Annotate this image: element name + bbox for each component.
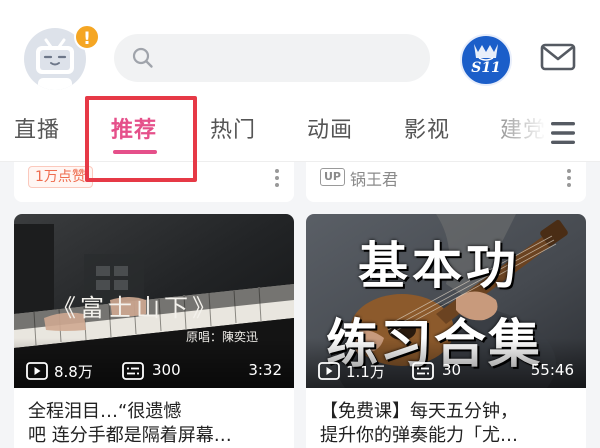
event-logo-text: S11 <box>471 60 501 76</box>
video-title[interactable]: 【免费课】每天五分钟， <box>320 400 576 424</box>
video-title[interactable]: 全程泪目…“很遗憾 <box>28 400 284 424</box>
mail-icon[interactable] <box>540 42 576 72</box>
search-input[interactable] <box>164 34 414 82</box>
video-stats: 8.8万 300 3:32 <box>14 360 294 382</box>
danmaku-icon <box>122 362 144 380</box>
video-stats: 1.1万 30 55:46 <box>306 360 586 382</box>
danmaku-count: 30 <box>442 361 462 379</box>
view-count: 8.8万 <box>54 363 93 381</box>
search-bar[interactable] <box>114 34 430 82</box>
video-title-line2[interactable]: 提升你的弹奏能力「尤… <box>320 424 576 448</box>
up-name[interactable]: 锅王君 <box>350 166 398 190</box>
top-bar: ! S11 <box>0 0 600 100</box>
video-title-line2[interactable]: 吧 连分手都是隔着屏幕… <box>28 424 284 448</box>
tab-hot[interactable]: 热门 <box>210 112 256 144</box>
tab-live[interactable]: 直播 <box>14 112 60 144</box>
promo-tag: 1万点赞 <box>28 166 93 188</box>
event-logo[interactable]: S11 <box>460 34 512 86</box>
thumbnail-text: 基本功 <box>358 237 520 295</box>
view-count: 1.1万 <box>346 363 385 381</box>
video-duration: 3:32 <box>248 361 282 379</box>
video-card[interactable]: 《富士山下》 原唱：陳奕迅 8.8万 300 3:32 全程泪目…“很遗憾 吧 … <box>14 214 294 448</box>
tab-anime[interactable]: 动画 <box>307 112 353 144</box>
play-count-icon <box>26 362 48 380</box>
video-feed: 1万点赞 UP 锅王君 《富士山下》 原唱：陳奕迅 8.8万 300 3:32 … <box>0 162 600 448</box>
thumbnail-text: 《富士山下》 <box>52 294 220 322</box>
danmaku-icon <box>412 362 434 380</box>
more-options-icon[interactable] <box>566 168 572 188</box>
tabs-fade-overlay <box>470 100 560 160</box>
previous-card-right[interactable]: UP 锅王君 <box>306 162 586 202</box>
hamburger-icon[interactable] <box>548 120 578 146</box>
notification-badge[interactable]: ! <box>74 24 100 50</box>
more-options-icon[interactable] <box>274 168 280 188</box>
video-duration: 55:46 <box>530 361 574 379</box>
search-icon <box>132 47 153 68</box>
play-count-icon <box>318 362 340 380</box>
danmaku-count: 300 <box>152 361 181 379</box>
tab-film[interactable]: 影视 <box>404 112 450 144</box>
highlight-box <box>85 96 197 182</box>
video-card[interactable]: 基本功 练习合集 1.1万 30 55:46 【免费课】每天五分钟， 提升你的弹… <box>306 214 586 448</box>
up-tag: UP <box>320 168 345 186</box>
